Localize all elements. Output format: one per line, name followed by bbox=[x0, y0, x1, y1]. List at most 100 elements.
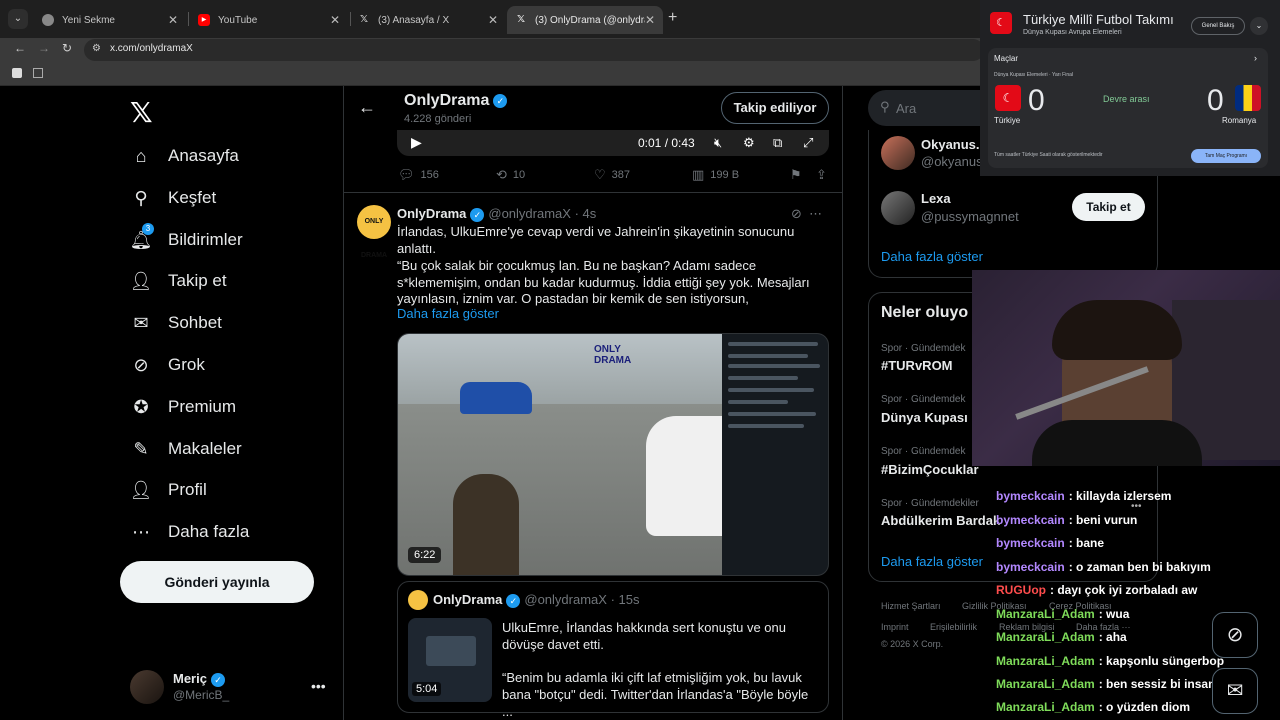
search-icon: ⚲ bbox=[134, 187, 148, 208]
suggested-user-name[interactable]: Okyanus. bbox=[921, 137, 980, 152]
footer-link[interactable]: Erişilebilirlik bbox=[930, 622, 977, 632]
car-image bbox=[460, 382, 532, 414]
romania-flag-icon bbox=[1235, 85, 1261, 111]
suggested-user-name[interactable]: Lexa bbox=[921, 191, 951, 206]
chat-username: ManzaraLi_Adam bbox=[996, 700, 1095, 714]
nav-label: Sohbet bbox=[168, 313, 222, 332]
card-subtitle: Dünya Kupası Avrupa Elemeleri bbox=[1023, 29, 1122, 36]
quoted-tweet[interactable]: OnlyDrama ✓ @onlydramaX · 15s 5:04 UlkuEmr… bbox=[397, 581, 829, 719]
close-icon[interactable]: ✕ bbox=[488, 13, 498, 27]
chat-username: ManzaraLi_Adam bbox=[996, 630, 1095, 644]
nav-item-notifications[interactable]: 🔔︎ 3 Bildirimler bbox=[130, 223, 243, 255]
avatar[interactable] bbox=[881, 191, 915, 225]
post-button[interactable]: Gönderi yayınla bbox=[120, 561, 314, 603]
grok-fab-button[interactable]: ⊘ bbox=[1212, 612, 1258, 658]
trend-item[interactable]: #BizimÇocuklar bbox=[881, 462, 979, 477]
show-more-link[interactable]: Daha fazla göster bbox=[397, 306, 499, 321]
overview-button[interactable]: Genel Bakış bbox=[1191, 17, 1245, 35]
tweet-video[interactable]: ONLY DRAMA 6:22 bbox=[397, 333, 829, 576]
account-name[interactable]: Meriç ✓ bbox=[173, 671, 225, 687]
trend-item[interactable]: #TURvROM bbox=[881, 358, 953, 373]
chat-message: ManzaraLi_Adam: kapşonlu süngerbop bbox=[996, 654, 1225, 668]
views-button[interactable]: ▥ 199 B bbox=[692, 167, 739, 183]
tweet-text: “Bu çok salak bir çocukmuş lan. Bu ne ba… bbox=[397, 258, 757, 273]
show-more-link[interactable]: Daha fazla göster bbox=[881, 554, 983, 569]
trend-item[interactable]: Abdülkerim Bardak bbox=[881, 513, 1000, 528]
quote-video-thumbnail: 5:04 bbox=[408, 618, 492, 702]
grok-icon[interactable]: ⊘ bbox=[791, 206, 802, 221]
video-duration: 5:04 bbox=[412, 682, 442, 696]
chat-username: ManzaraLi_Adam bbox=[996, 607, 1095, 621]
tab-title: Yeni Sekme bbox=[62, 14, 115, 26]
fullscreen-icon[interactable]: ⤢ bbox=[803, 135, 813, 151]
tab-x-home[interactable]: 𝕏 (3) Anasayfa / X ✕ bbox=[350, 6, 506, 34]
turkey-flag-icon: ☾ bbox=[990, 12, 1012, 34]
tab-new-tab[interactable]: Yeni Sekme ✕ bbox=[34, 6, 186, 34]
more-icon[interactable]: ••• bbox=[311, 678, 326, 694]
footer-link[interactable]: Imprint bbox=[881, 622, 909, 632]
nav-item-follow[interactable]: 👤︎ Takip et bbox=[130, 266, 227, 296]
play-icon[interactable]: ▶ bbox=[411, 134, 422, 151]
chevron-down-icon[interactable]: ⌄ bbox=[1250, 17, 1268, 35]
chat-username: bymeckcain bbox=[996, 489, 1065, 503]
avatar[interactable] bbox=[881, 136, 915, 170]
share-button[interactable]: ⇪ bbox=[816, 167, 833, 183]
mute-icon[interactable]: 🔇︎ bbox=[714, 135, 722, 151]
nav-item-more[interactable]: ⋯ Daha fazla bbox=[130, 517, 249, 547]
trend-item[interactable]: Dünya Kupası bbox=[881, 410, 968, 425]
nav-item-profile[interactable]: 👤︎ Profil bbox=[130, 475, 207, 505]
show-more-link[interactable]: Daha fazla göster bbox=[881, 249, 983, 264]
reply-button[interactable]: 💬︎ 156 bbox=[398, 167, 439, 183]
repost-button[interactable]: ⟲ 10 bbox=[496, 167, 525, 183]
chart-icon: ▥ bbox=[692, 167, 705, 182]
follow-button[interactable]: Takip et bbox=[1072, 193, 1145, 221]
chat-username: ManzaraLi_Adam bbox=[996, 654, 1095, 668]
nav-item-premium[interactable]: ✪ Premium bbox=[130, 392, 236, 422]
full-schedule-button[interactable]: Tam Maç Programı bbox=[1191, 149, 1261, 163]
nav-item-articles[interactable]: ✎ Makaleler bbox=[130, 434, 241, 464]
x-logo[interactable]: 𝕏 bbox=[130, 96, 153, 129]
close-icon[interactable]: ✕ bbox=[645, 13, 655, 27]
footer-link[interactable]: Hizmet Şartları bbox=[881, 601, 941, 611]
tab-search-button[interactable]: ⌄ bbox=[8, 9, 28, 29]
verified-badge-icon: ✓ bbox=[506, 593, 521, 608]
nav-item-home[interactable]: ⌂ Anasayfa bbox=[130, 141, 239, 171]
nav-item-explore[interactable]: ⚲ Keşfet bbox=[130, 183, 216, 213]
pip-icon[interactable]: ⧉ bbox=[773, 135, 782, 151]
youtube-icon: ▶ bbox=[198, 14, 210, 26]
nav-item-grok[interactable]: ⊘ Grok bbox=[130, 350, 204, 380]
main-timeline: ▶ 0:01 / 0:43 🔇︎ ⚙ ⧉ ⤢ ← OnlyDrama ✓ 4.22… bbox=[343, 86, 843, 720]
forward-icon[interactable]: → bbox=[38, 41, 50, 55]
bookmark-icon[interactable] bbox=[12, 68, 22, 78]
more-icon[interactable]: ⋯ bbox=[809, 206, 822, 221]
address-bar[interactable]: ⚙ x.com/onlydramaX bbox=[84, 39, 984, 61]
like-button[interactable]: ♡ 387 bbox=[594, 167, 630, 183]
nav-item-messages[interactable]: ✉ Sohbet bbox=[130, 308, 222, 338]
tab-youtube[interactable]: ▶ YouTube ✕ bbox=[190, 6, 348, 34]
tweet-text: İrlandas, UlkuEmre'ye cevap verdi ve Jah… bbox=[397, 224, 795, 256]
close-icon[interactable]: ✕ bbox=[330, 13, 340, 27]
apps-icon[interactable] bbox=[33, 68, 43, 78]
tweet-author[interactable]: OnlyDrama ✓ @onlydramaX · 4s bbox=[397, 206, 596, 222]
close-icon[interactable]: ✕ bbox=[168, 13, 178, 27]
reload-icon[interactable]: ↻ bbox=[62, 41, 72, 55]
nav-label: Premium bbox=[168, 397, 237, 416]
avatar[interactable]: ONLY DRAMA bbox=[357, 205, 391, 259]
site-info-icon[interactable]: ⚙ bbox=[92, 43, 101, 54]
nav-label: Profil bbox=[168, 480, 207, 499]
tweet-menu: ⊘ ⋯ bbox=[791, 206, 822, 222]
search-placeholder: Ara bbox=[896, 101, 917, 116]
chevron-right-icon[interactable]: › bbox=[1254, 53, 1257, 63]
tab-x-onlydrama[interactable]: 𝕏 (3) OnlyDrama (@onlydramaX ✕ bbox=[507, 6, 663, 34]
avatar[interactable] bbox=[130, 670, 164, 704]
bookmark-button[interactable]: ⚑ bbox=[790, 167, 808, 183]
new-tab-button[interactable]: + bbox=[668, 9, 677, 27]
grok-icon: ⊘ bbox=[133, 354, 149, 375]
following-button[interactable]: Takip ediliyor bbox=[721, 92, 829, 124]
back-icon[interactable]: ← bbox=[14, 41, 26, 55]
chat-username: ManzaraLi_Adam bbox=[996, 677, 1095, 691]
settings-icon[interactable]: ⚙ bbox=[743, 135, 755, 151]
back-arrow-icon[interactable]: ← bbox=[358, 97, 376, 118]
messages-fab-button[interactable]: ✉ bbox=[1212, 668, 1258, 714]
premium-icon: ✪ bbox=[133, 396, 149, 417]
